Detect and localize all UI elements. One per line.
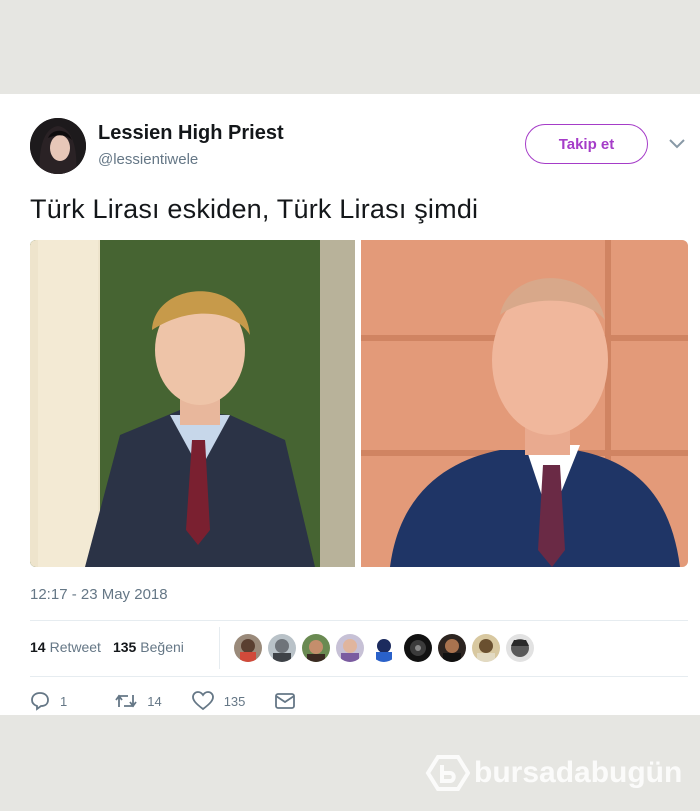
tweet-timestamp[interactable]: 12:17 - 23 May 2018 (30, 586, 168, 603)
reply-button[interactable]: 1 (30, 691, 67, 711)
follow-button[interactable]: Takip et (525, 124, 648, 164)
liker-avatar[interactable] (336, 634, 364, 662)
watermark: bursadabugün (424, 753, 682, 793)
retweet-stat-label: Retweet (49, 639, 101, 655)
reply-icon (31, 692, 49, 711)
tweet-text: Türk Lirası eskiden, Türk Lirası şimdi (30, 194, 479, 224)
author-name[interactable]: Lessien High Priest (98, 122, 284, 145)
author-handle[interactable]: @lessientiwele (98, 151, 198, 168)
like-button[interactable]: 135 (191, 691, 246, 711)
liker-avatar[interactable] (506, 634, 534, 662)
liker-avatar[interactable] (302, 634, 330, 662)
author-avatar[interactable] (30, 118, 86, 174)
message-button[interactable] (275, 693, 305, 709)
retweet-count: 14 (147, 693, 162, 709)
liker-avatars (234, 634, 534, 662)
reply-count: 1 (60, 693, 68, 709)
retweet-button[interactable]: 14 (115, 692, 162, 710)
like-count: 135 (223, 693, 246, 709)
tweet-media[interactable] (30, 240, 688, 567)
tweet-stats: 14 Retweet 135 Beğeni (30, 639, 184, 655)
liker-avatar[interactable] (404, 634, 432, 662)
watermark-logo-icon (425, 755, 470, 791)
like-stat-count: 135 (112, 639, 137, 655)
divider (30, 676, 688, 677)
like-stat[interactable]: 135 Beğeni (113, 639, 184, 655)
liker-avatar[interactable] (370, 634, 398, 662)
retweet-icon (115, 694, 137, 708)
watermark-text: bursadabugün (474, 756, 683, 789)
divider (30, 620, 688, 621)
stats-separator (219, 627, 220, 669)
tweet-card: Lessien High Priest @lessientiwele Takip… (0, 94, 700, 715)
retweet-stat-count: 14 (30, 639, 46, 655)
chevron-down-icon[interactable] (668, 138, 686, 150)
like-stat-label: Beğeni (140, 639, 184, 655)
tweet-actions: 1 14 135 (30, 691, 335, 711)
retweet-stat[interactable]: 14 Retweet (30, 639, 101, 655)
liker-avatar[interactable] (268, 634, 296, 662)
heart-icon (191, 691, 214, 711)
mail-icon (275, 693, 296, 709)
liker-avatar[interactable] (472, 634, 500, 662)
liker-avatar[interactable] (234, 634, 262, 662)
liker-avatar[interactable] (438, 634, 466, 662)
